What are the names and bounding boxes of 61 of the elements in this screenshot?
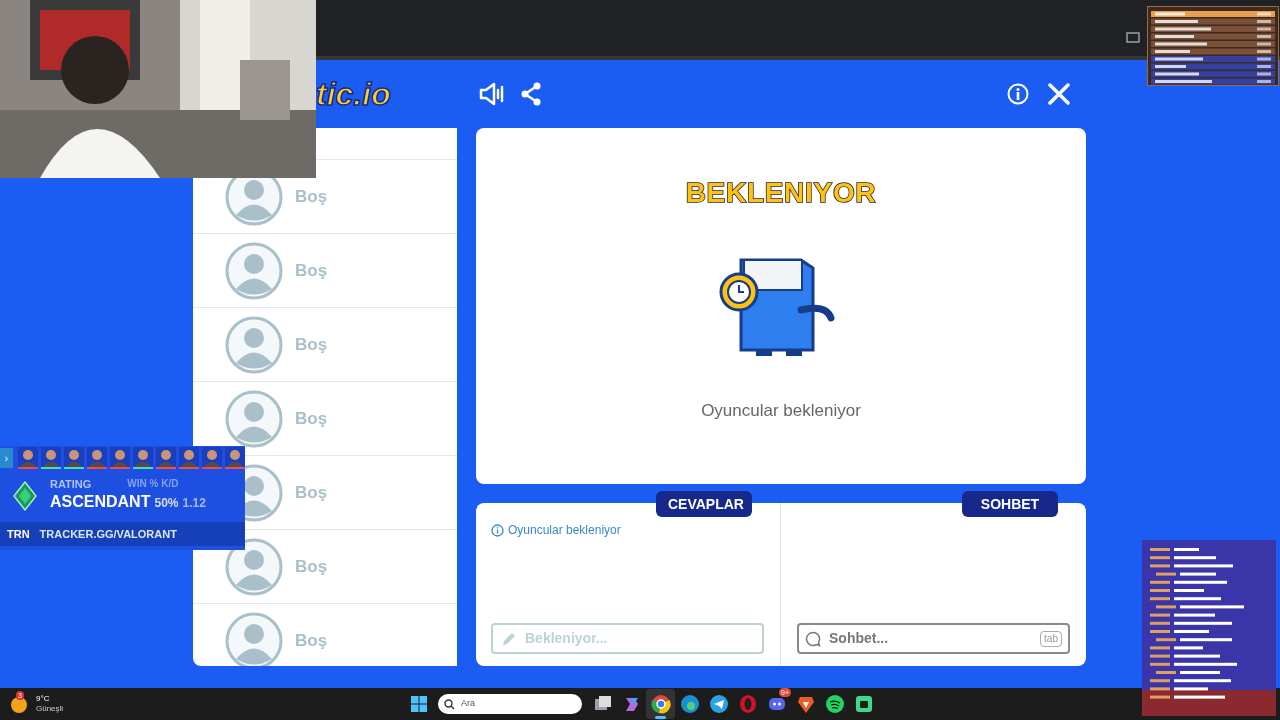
kd-ratio: 1.12 bbox=[182, 495, 206, 512]
panel-tab[interactable]: SOHBET bbox=[962, 491, 1058, 517]
tracker-brand: TRN bbox=[7, 526, 30, 542]
player-name: Boş bbox=[295, 259, 328, 282]
player-name: Boş bbox=[295, 629, 328, 652]
key-hint: tab bbox=[1040, 630, 1062, 647]
agent-portrait bbox=[225, 447, 245, 469]
status-title: BEKLENIYOR bbox=[685, 176, 877, 210]
taskbar-app[interactable] bbox=[646, 689, 675, 719]
game-logo: tic.io bbox=[316, 75, 392, 114]
chat-bubble-icon bbox=[805, 630, 821, 647]
start-icon[interactable] bbox=[410, 695, 428, 713]
player-name: Boş bbox=[295, 185, 328, 208]
app-icon bbox=[737, 694, 758, 714]
app-icon bbox=[795, 694, 816, 714]
win-rate: 50% bbox=[154, 495, 179, 512]
app-icon bbox=[679, 694, 700, 714]
app-icon bbox=[824, 694, 845, 714]
avatar-icon bbox=[225, 241, 283, 300]
info-icon bbox=[491, 523, 504, 537]
rank-name: ASCENDANT bbox=[50, 492, 151, 512]
player-name: Boş bbox=[295, 481, 328, 504]
share-icon[interactable] bbox=[520, 82, 542, 106]
agent-portrait bbox=[133, 447, 153, 469]
toggle-button[interactable]: › bbox=[0, 448, 13, 468]
chat-field[interactable]: Sohbet... tab bbox=[797, 623, 1070, 654]
rating-label: RATING bbox=[50, 478, 92, 490]
info-icon[interactable] bbox=[1007, 83, 1029, 105]
agent-portrait bbox=[179, 447, 199, 469]
agent-portrait bbox=[156, 447, 176, 469]
search-input[interactable]: Ara bbox=[461, 697, 541, 711]
sound-icon[interactable] bbox=[478, 82, 506, 106]
agent-portrait bbox=[18, 447, 38, 469]
search-field[interactable]: Ara bbox=[438, 694, 582, 714]
app-icon bbox=[708, 694, 729, 714]
player-name: Boş bbox=[295, 333, 328, 356]
agent-portrait bbox=[87, 447, 107, 469]
player-name: Boş bbox=[295, 555, 328, 578]
tracker-url: TRACKER.GG/VALORANT bbox=[39, 526, 177, 542]
avatar-icon bbox=[225, 315, 283, 374]
app-icon bbox=[650, 694, 671, 714]
agent-portrait bbox=[41, 447, 61, 469]
agent-portrait bbox=[110, 447, 130, 469]
stats-label: WIN % K/D bbox=[127, 478, 179, 490]
weather-condition: Güneşli bbox=[36, 704, 64, 714]
agent-portrait bbox=[64, 447, 84, 469]
pencil-icon bbox=[501, 630, 517, 647]
chat-input[interactable]: Sohbet... bbox=[829, 628, 1033, 649]
weather-icon bbox=[10, 696, 28, 714]
avatar-icon bbox=[225, 389, 283, 448]
app-icon bbox=[853, 694, 874, 714]
panel-tab[interactable]: CEVAPLAR bbox=[656, 491, 752, 517]
agent-portrait bbox=[202, 447, 222, 469]
answers-notice: Oyuncular bekleniyor bbox=[508, 522, 621, 539]
player-name: Boş bbox=[295, 407, 328, 430]
status-message: Oyuncular bekleniyor bbox=[701, 400, 861, 422]
rank-icon bbox=[12, 481, 38, 511]
cast-icon[interactable] bbox=[1126, 32, 1140, 44]
search-icon bbox=[444, 698, 455, 710]
temperature: 9°C bbox=[36, 694, 51, 704]
close-icon[interactable] bbox=[1048, 83, 1070, 105]
